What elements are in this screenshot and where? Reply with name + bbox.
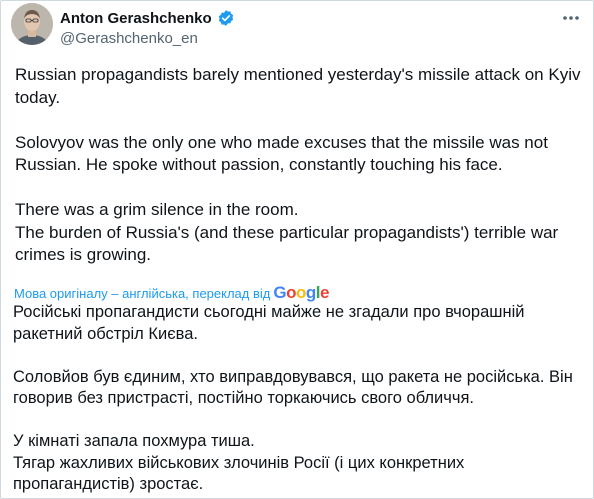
- avatar[interactable]: [11, 3, 53, 45]
- translated-text: Російські пропагандисти сьогодні майже н…: [13, 302, 583, 496]
- author-row: Anton Gerashchenko: [60, 9, 235, 27]
- translated-paragraph: Соловйов був єдиним, хто виправдовувався…: [13, 367, 573, 408]
- verified-badge-icon: [217, 9, 235, 27]
- tweet-paragraph: There was a grim silence in the room. Th…: [15, 200, 559, 264]
- tweet-paragraph: Solovyov was the only one who made excus…: [15, 132, 548, 175]
- translated-paragraph: Російські пропагандисти сьогодні майже н…: [13, 303, 525, 343]
- tweet-paragraph: Russian propagandists barely mentioned y…: [15, 65, 581, 107]
- tweet-card: Anton Gerashchenko @Gerashchenko_en Russ…: [0, 0, 594, 499]
- more-icon: [563, 16, 579, 20]
- tweet-text: Russian propagandists barely mentioned y…: [15, 64, 585, 267]
- translated-paragraph: У кімнаті запала похмура тиша. Тягар жах…: [13, 432, 465, 493]
- more-options-button[interactable]: [559, 9, 583, 27]
- translation-attribution: Мова оригіналу – англійська, переклад ві…: [14, 283, 329, 303]
- author-handle[interactable]: @Gerashchenko_en: [60, 30, 198, 47]
- author-name[interactable]: Anton Gerashchenko: [60, 10, 212, 27]
- avatar-icon: [11, 3, 53, 45]
- translation-source-link[interactable]: Мова оригіналу – англійська, переклад ві…: [14, 286, 270, 301]
- google-logo: Google: [273, 283, 329, 302]
